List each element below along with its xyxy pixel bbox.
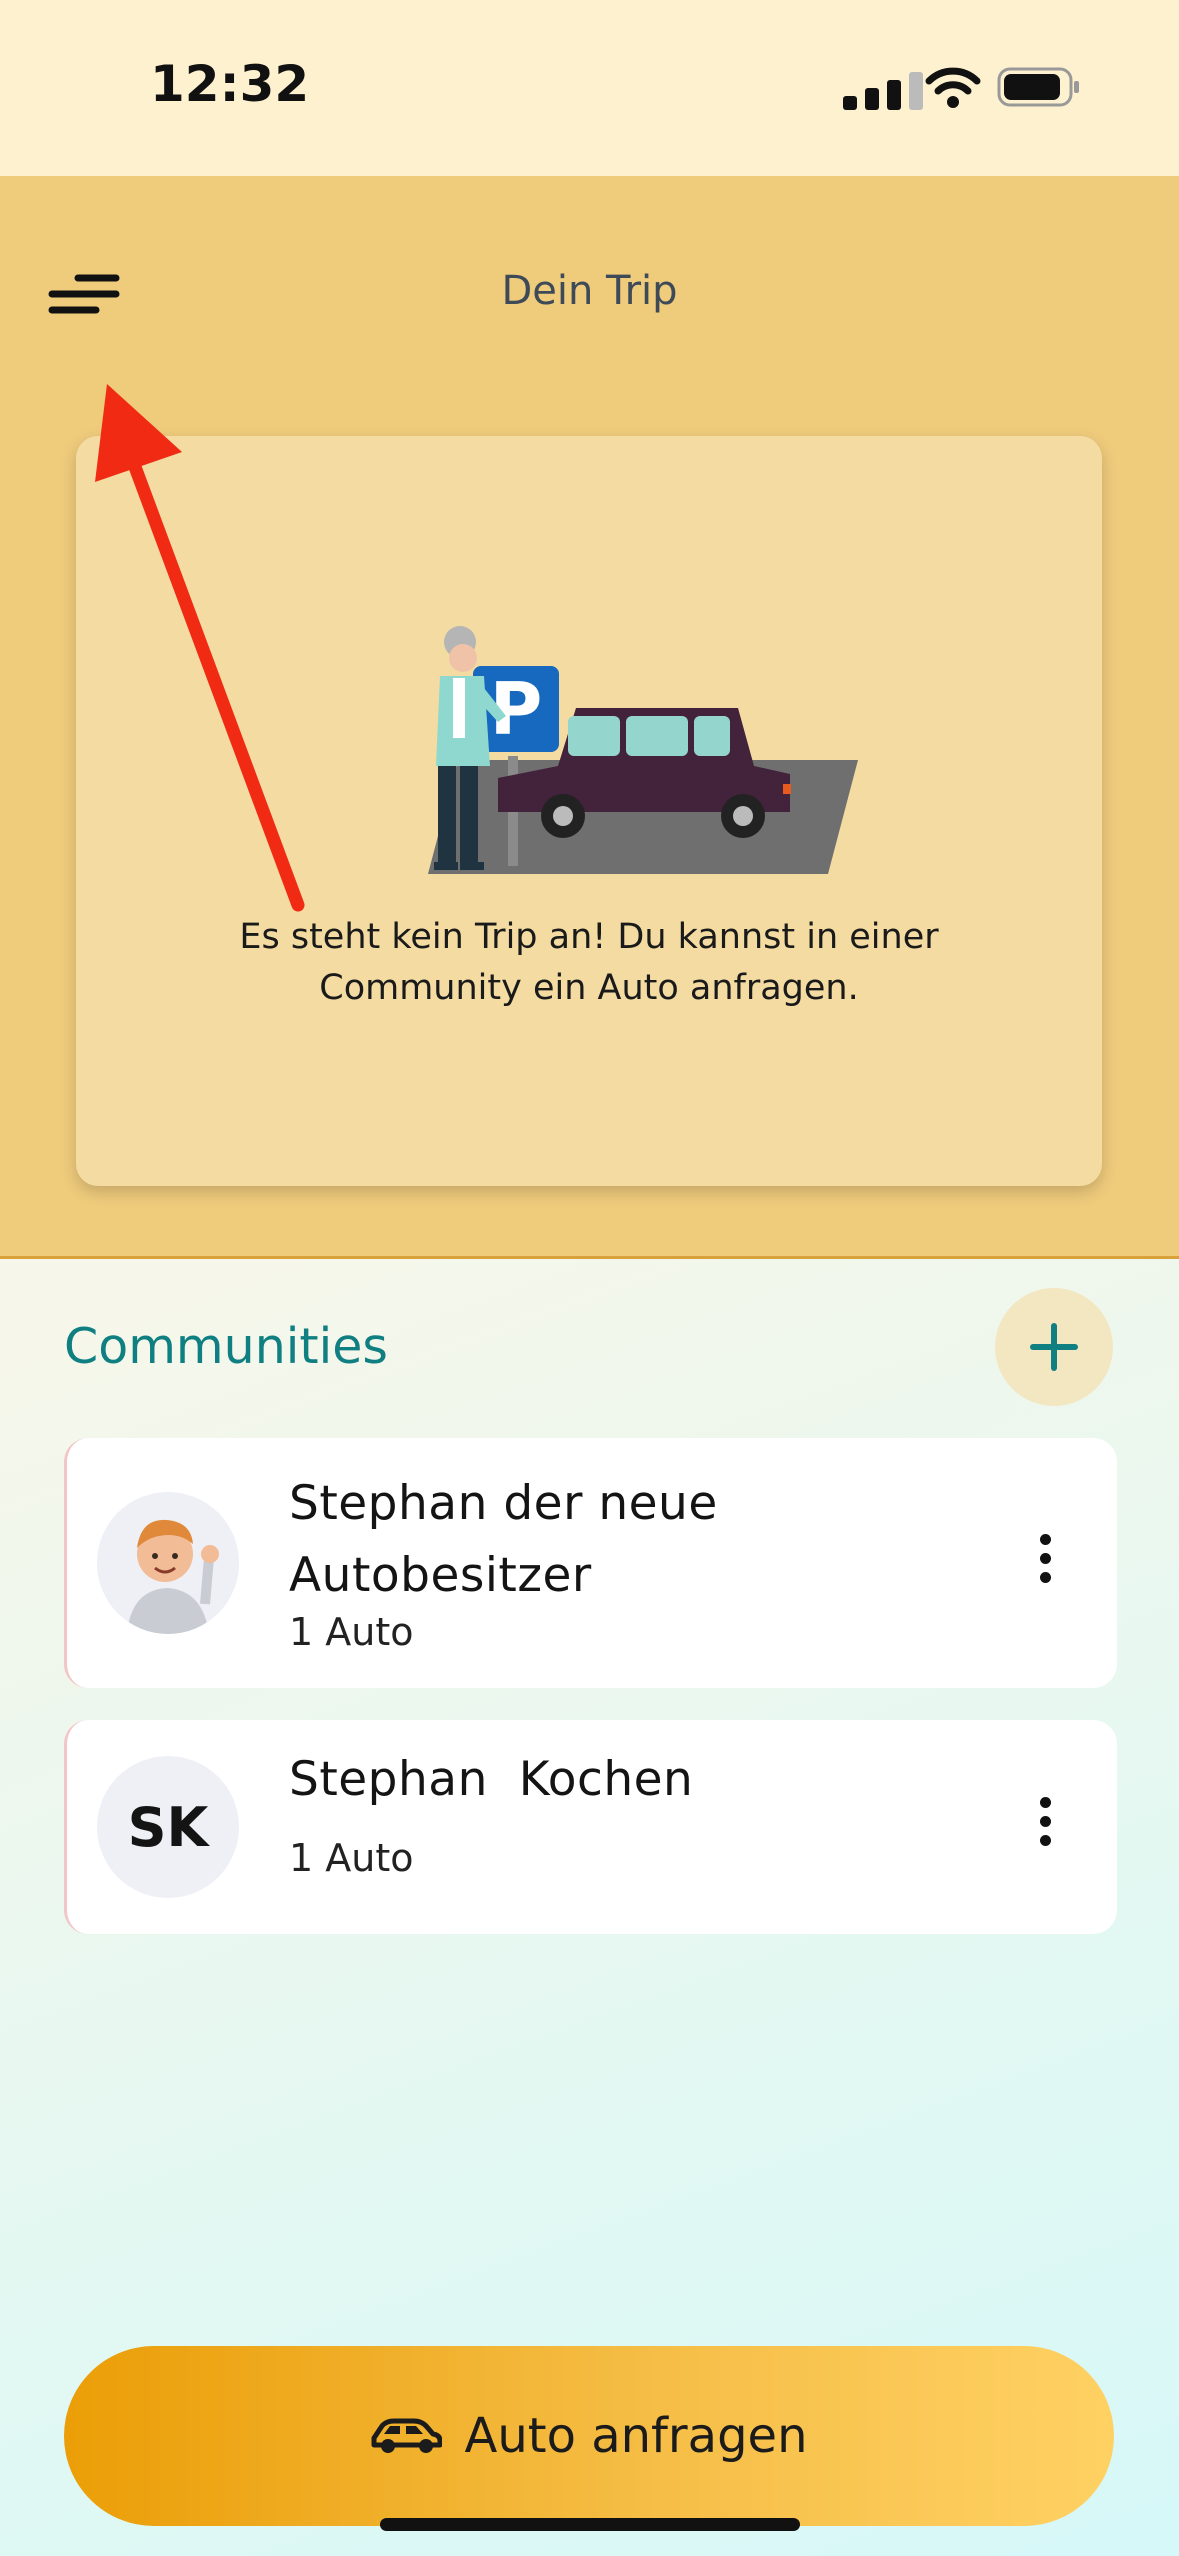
avatar (97, 1492, 239, 1634)
more-options-button[interactable] (1025, 1534, 1065, 1594)
more-options-button[interactable] (1025, 1797, 1065, 1857)
more-vertical-icon (1025, 1797, 1065, 1846)
page-title: Dein Trip (501, 268, 678, 314)
parking-illustration: P (428, 626, 858, 874)
battery-icon (997, 67, 1079, 107)
wifi-icon (925, 67, 981, 108)
add-community-button[interactable] (995, 1288, 1113, 1406)
trip-card: P Es steht kein Trip an! Du kannst in ei… (76, 436, 1102, 1186)
status-time: 12:32 (150, 55, 310, 113)
status-bar: 12:32 (0, 0, 1179, 176)
plus-icon (1030, 1323, 1078, 1371)
community-card[interactable]: SK Stephan Kochen 1 Auto (64, 1720, 1117, 1934)
community-card[interactable]: Stephan der neue Autobesitzer 1 Auto (64, 1438, 1117, 1688)
more-vertical-icon (1025, 1534, 1065, 1583)
avatar: SK (97, 1756, 239, 1898)
memoji-avatar (97, 1492, 239, 1634)
community-car-count: 1 Auto (289, 1610, 414, 1654)
community-name: Stephan der neue Autobesitzer (289, 1476, 718, 1603)
request-car-button[interactable]: Auto anfragen (64, 2346, 1114, 2526)
request-car-label: Auto anfragen (464, 2408, 808, 2464)
community-car-count: 1 Auto (289, 1836, 414, 1880)
car-icon (371, 2418, 443, 2453)
community-name: Stephan Kochen (289, 1752, 694, 1807)
communities-heading: Communities (64, 1318, 388, 1375)
home-indicator[interactable] (380, 2518, 800, 2531)
empty-trip-message: Es steht kein Trip an! Du kannst in eine… (239, 917, 939, 1008)
